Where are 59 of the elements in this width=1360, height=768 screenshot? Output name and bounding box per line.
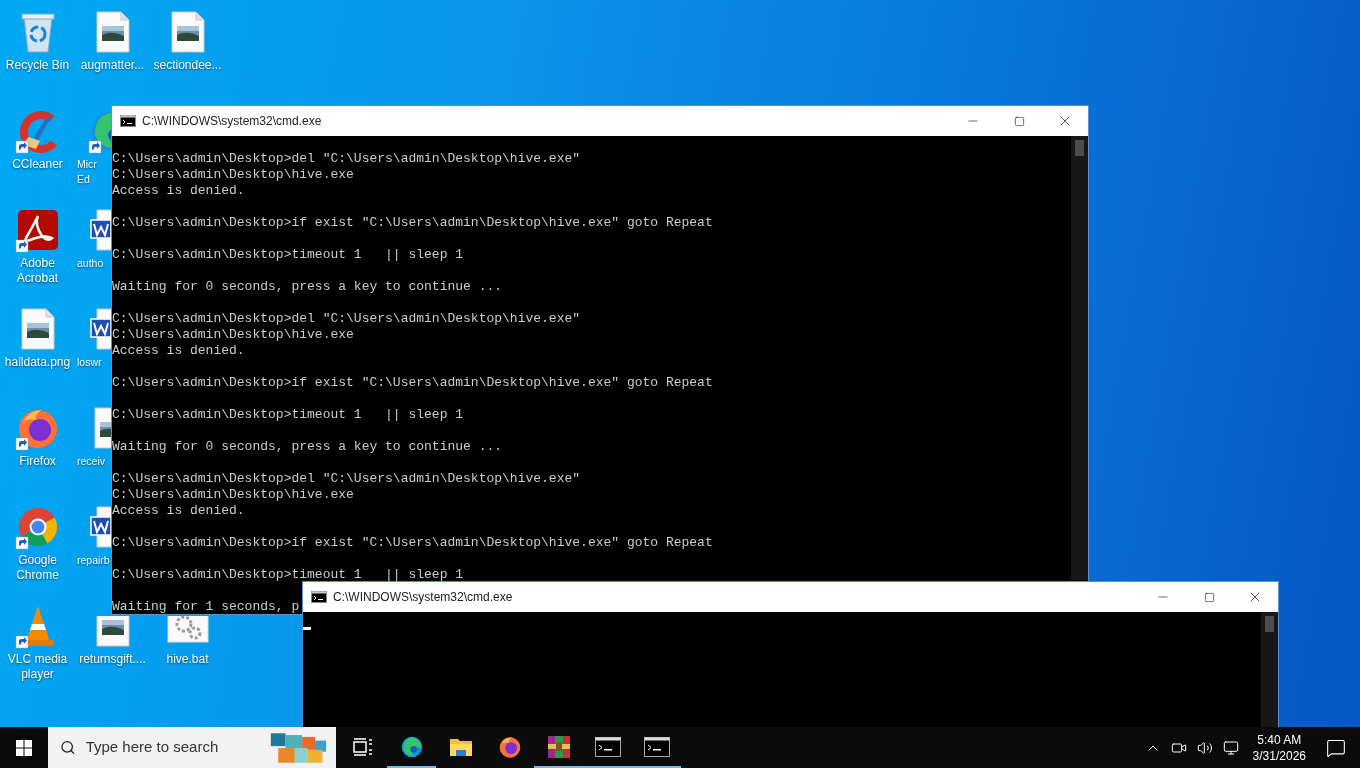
books-stack-icon [545, 733, 572, 760]
desktop-icon-label: sectiondee... [153, 58, 222, 73]
window-title: C:\WINDOWS\system32\cmd.exe [142, 113, 323, 130]
console-line: C:\Users\admin\Desktop>if exist "C:\Users\admin\Desktop\hive.exe" goto Repeat [112, 375, 714, 391]
desktop-icon-label: Firefox [19, 454, 56, 469]
desktop-icon-label: Acrobat [16, 271, 59, 286]
desktop-icon-label: loswr [77, 355, 102, 370]
maximize-icon [1203, 591, 1215, 603]
search-field[interactable]: Type here to search [48, 727, 336, 768]
desktop-icon-label: repairb [77, 553, 110, 568]
console-line: Access is denied. [112, 503, 246, 519]
console-line: Waiting for 0 seconds, press a key to continue ... [112, 439, 504, 455]
console-line: C:\Users\admin\Desktop\hive.exe [112, 167, 355, 183]
scrollbar[interactable] [1261, 612, 1278, 727]
desktop-icon-label: hive.bat [166, 652, 209, 667]
desktop-icon-label: Recycle Bin [5, 58, 70, 73]
network-icon[interactable] [1222, 739, 1239, 756]
notification-icon[interactable] [1326, 737, 1346, 758]
console-line: Waiting for 0 seconds, press a key to continue ... [112, 279, 504, 295]
console-line: C:\Users\admin\Desktop>del "C:\Users\admin\Desktop\hive.exe" [112, 151, 582, 167]
console-line: C:\Users\admin\Desktop>if exist "C:\Users\admin\Desktop\hive.exe" goto Repeat [112, 215, 714, 231]
desktop-icon-label: Ed [77, 172, 90, 187]
desktop-icon-label: player [21, 667, 54, 682]
scrollbar[interactable] [1071, 136, 1088, 580]
console-line: C:\Users\admin\Desktop>del "C:\Users\admin\Desktop\hive.exe" [112, 471, 582, 487]
desktop-icon-label: receiv [77, 454, 105, 469]
clock-button[interactable]: 5:40 AM 3/31/2026 [1246, 731, 1312, 764]
desktop-icon-label: CCleaner [12, 157, 63, 172]
desktop-icon-label: Chrome [16, 568, 59, 583]
console-line: C:\Users\admin\Desktop>del "C:\Users\admin\Desktop\hive.exe" [112, 311, 582, 327]
console-line: Waiting for 1 seconds, p [112, 599, 301, 615]
windows-logo-icon [16, 739, 32, 756]
search-input[interactable]: Type here to search [85, 736, 270, 759]
terminal-icon [311, 591, 327, 603]
terminal-icon [643, 736, 670, 757]
search-icon [60, 739, 76, 756]
console-line: Access is denied. [112, 343, 246, 359]
desktop-icon-label: autho [77, 256, 104, 271]
console-line: C:\Users\admin\Desktop>timeout 1 || sleep 1 [112, 247, 465, 263]
terminal-icon [594, 736, 621, 757]
console-line: Access is denied. [112, 183, 246, 199]
text-cursor [303, 627, 311, 630]
desktop-icon-label: augmatter... [80, 58, 145, 73]
speaker-icon[interactable] [1196, 739, 1213, 756]
desktop-icon-label: Micr [77, 157, 97, 172]
desktop-icon-label: halldata.png [4, 355, 71, 370]
window-title: C:\WINDOWS\system32\cmd.exe [333, 589, 514, 606]
maximize-icon [1013, 115, 1025, 127]
desktop-icon-label: VLC media [7, 652, 68, 667]
terminal-icon [120, 115, 136, 127]
console-line: C:\Users\admin\Desktop>timeout 1 || sleep 1 [112, 567, 465, 583]
console-line: C:\Users\admin\Desktop\hive.exe [112, 487, 355, 503]
console-line: C:\Users\admin\Desktop>timeout 1 || sleep 1 [112, 407, 465, 423]
desktop-icon-label: Google [18, 553, 57, 568]
task-view-icon [352, 737, 373, 756]
desktop-icon-label: Adobe [20, 256, 55, 271]
console-line: C:\Users\admin\Desktop\hive.exe [112, 327, 355, 343]
desktop-icon-label: returnsgift.... [79, 652, 146, 667]
console-line: C:\Users\admin\Desktop>if exist "C:\Users\admin\Desktop\hive.exe" goto Repeat [112, 535, 714, 551]
